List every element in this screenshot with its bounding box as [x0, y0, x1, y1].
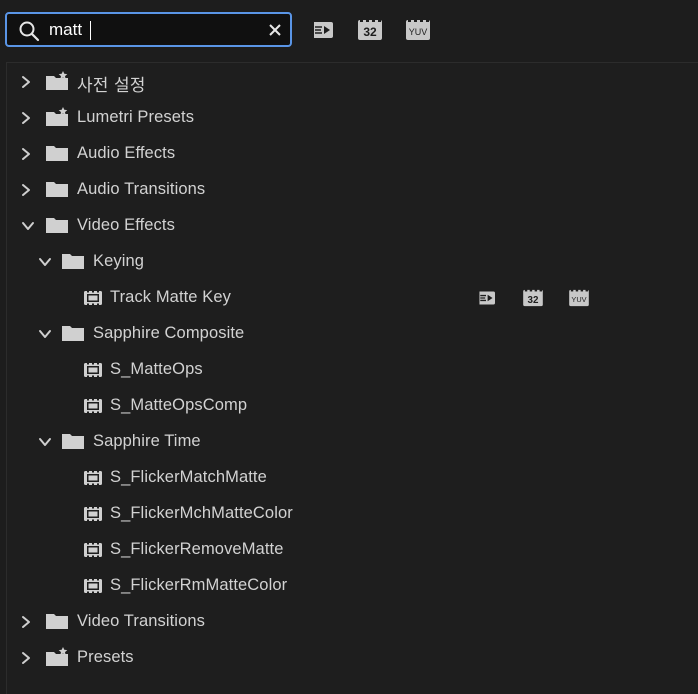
- tree-item-presets[interactable]: Presets: [7, 640, 697, 676]
- folder-icon: [45, 215, 69, 235]
- tree-item-label: Video Transitions: [77, 612, 205, 630]
- tree-item-label: Keying: [93, 252, 145, 270]
- tree-item-track-matte-key[interactable]: Track Matte Key 32 YUV: [7, 280, 697, 316]
- folder-icon: [45, 611, 69, 631]
- folder-icon: [61, 251, 85, 271]
- tree-item-sapphire-composite[interactable]: Sapphire Composite: [7, 316, 697, 352]
- tree-item-lumetri-presets[interactable]: Lumetri Presets: [7, 100, 697, 136]
- chevron-down-icon[interactable]: [38, 435, 52, 449]
- yuv-icon: YUV: [569, 289, 589, 307]
- tree-item-label: Lumetri Presets: [77, 108, 195, 126]
- 32-bit-color-icon: 32: [523, 289, 543, 307]
- chevron-right-icon[interactable]: [19, 147, 33, 161]
- tree-item-label: S_FlickerMatchMatte: [110, 468, 267, 486]
- chevron-right-icon[interactable]: [19, 615, 33, 629]
- tree-item-s-matteopscomp[interactable]: S_MatteOpsComp: [7, 388, 697, 424]
- tree-item-keying[interactable]: Keying: [7, 244, 697, 280]
- chevron-down-icon[interactable]: [38, 255, 52, 269]
- text-caret: [90, 21, 91, 40]
- tree-item-label: Sapphire Time: [93, 432, 201, 450]
- chevron-right-icon[interactable]: [19, 111, 33, 125]
- tree-item-label: Audio Effects: [77, 144, 176, 162]
- accelerated-effects-icon[interactable]: [309, 19, 335, 41]
- tree-item-label: S_FlickerMchMatteColor: [110, 504, 293, 522]
- tree-item-label: Audio Transitions: [77, 180, 206, 198]
- tree-item-label: S_MatteOpsComp: [110, 396, 248, 414]
- 32-bit-color-icon[interactable]: 32: [357, 19, 383, 41]
- folder-icon: [61, 323, 85, 343]
- effect-icon: [83, 361, 103, 379]
- effect-icon: [83, 397, 103, 415]
- tree-item-audio-transitions[interactable]: Audio Transitions: [7, 172, 697, 208]
- chevron-right-icon[interactable]: [19, 75, 33, 89]
- tree-item-video-effects[interactable]: Video Effects: [7, 208, 697, 244]
- effect-icon: [83, 577, 103, 595]
- effect-icon: [83, 505, 103, 523]
- effect-icon: [83, 289, 103, 307]
- tree-item-label: S_FlickerRmMatteColor: [110, 576, 288, 594]
- folder-icon: [61, 431, 85, 451]
- search-field[interactable]: [5, 12, 292, 47]
- tree-item-s-flickermatchmatte[interactable]: S_FlickerMatchMatte: [7, 460, 697, 496]
- badge-32-text: 32: [528, 295, 539, 306]
- effects-toolbar: 32 YUV: [0, 0, 698, 60]
- badge-32-text: 32: [363, 25, 377, 39]
- tree-item-s-flickerremovematte[interactable]: S_FlickerRemoveMatte: [7, 532, 697, 568]
- tree-item-sapphire-time[interactable]: Sapphire Time: [7, 424, 697, 460]
- tree-item-label: S_FlickerRemoveMatte: [110, 540, 284, 558]
- chevron-right-icon[interactable]: [19, 183, 33, 197]
- search-icon: [19, 21, 40, 42]
- chevron-down-icon[interactable]: [38, 327, 52, 341]
- effect-icon: [83, 541, 103, 559]
- tree-item-label: S_MatteOps: [110, 360, 203, 378]
- folder-star-icon: [45, 71, 69, 91]
- tree-item-audio-effects[interactable]: Audio Effects: [7, 136, 697, 172]
- badge-yuv-text: YUV: [571, 295, 586, 304]
- accelerated-effects-icon: [477, 291, 495, 305]
- tree-item-s-flickerrmmattecolor[interactable]: S_FlickerRmMatteColor: [7, 568, 697, 604]
- tree-item-label: Presets: [77, 648, 134, 666]
- folder-icon: [45, 143, 69, 163]
- tree-item-presets-ko[interactable]: 사전 설정: [7, 64, 697, 100]
- folder-star-icon: [45, 647, 69, 667]
- tree-item-video-transitions[interactable]: Video Transitions: [7, 604, 697, 640]
- tree-item-label: 사전 설정: [77, 76, 146, 96]
- yuv-icon[interactable]: YUV: [405, 19, 431, 41]
- effect-icon: [83, 469, 103, 487]
- search-input[interactable]: [49, 19, 249, 41]
- tree-item-s-matteops[interactable]: S_MatteOps: [7, 352, 697, 388]
- chevron-down-icon[interactable]: [21, 219, 35, 233]
- tree-item-label: Sapphire Composite: [93, 324, 245, 342]
- badge-yuv-text: YUV: [409, 27, 428, 37]
- close-icon[interactable]: [267, 22, 283, 38]
- tree-item-label: Track Matte Key: [110, 288, 232, 306]
- tree-item-s-flickermchmattecolor[interactable]: S_FlickerMchMatteColor: [7, 496, 697, 532]
- effects-tree: 사전 설정 Lumetri Presets Audio Effects Audi…: [6, 62, 698, 694]
- chevron-right-icon[interactable]: [19, 651, 33, 665]
- folder-star-icon: [45, 107, 69, 127]
- folder-icon: [45, 179, 69, 199]
- tree-item-label: Video Effects: [77, 216, 175, 234]
